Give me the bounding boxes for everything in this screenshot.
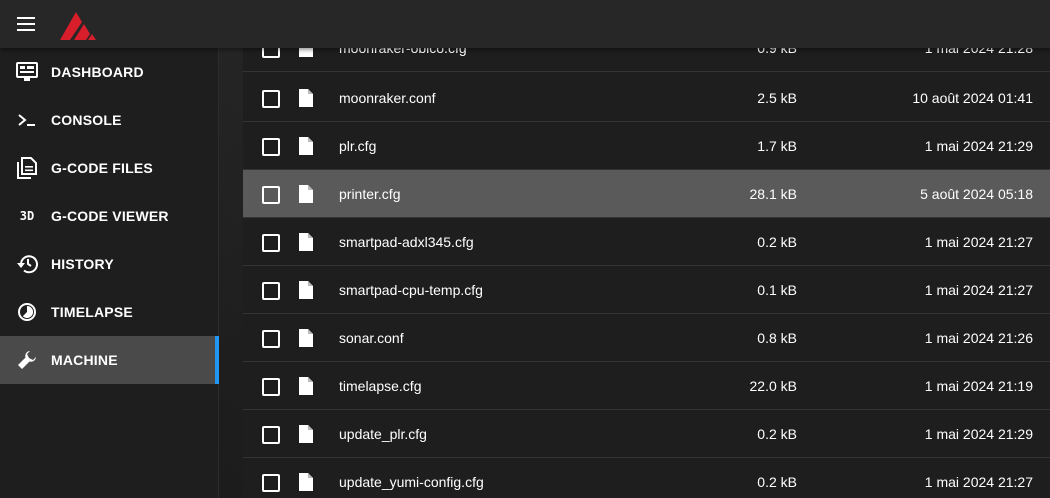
file-name[interactable]: plr.cfg — [339, 138, 376, 154]
file-icon — [299, 473, 313, 491]
app-bar — [0, 0, 1050, 48]
file-size: 2.5 kB — [757, 90, 797, 106]
sidebar-item-label: HISTORY — [51, 256, 114, 272]
file-icon — [299, 377, 313, 395]
monitor-dashboard-icon — [16, 61, 38, 83]
console-icon — [16, 109, 38, 131]
file-icon — [299, 281, 313, 299]
file-modified: 1 mai 2024 21:27 — [924, 474, 1033, 490]
file-modified: 1 mai 2024 21:19 — [924, 378, 1033, 394]
file-size: 0.9 kB — [757, 48, 797, 56]
file-modified: 10 août 2024 01:41 — [912, 90, 1033, 106]
file-size: 28.1 kB — [749, 186, 797, 202]
row-checkbox[interactable] — [262, 138, 280, 156]
table-row-selected[interactable]: printer.cfg 28.1 kB 5 août 2024 05:18 — [243, 170, 1050, 218]
file-size: 1.7 kB — [757, 138, 797, 154]
row-checkbox[interactable] — [262, 48, 280, 58]
file-name[interactable]: sonar.conf — [339, 330, 404, 346]
row-checkbox[interactable] — [262, 426, 280, 444]
file-size: 22.0 kB — [749, 378, 797, 394]
table-row[interactable]: update_yumi-config.cfg 0.2 kB 1 mai 2024… — [243, 458, 1050, 498]
file-modified: 1 mai 2024 21:27 — [924, 282, 1033, 298]
file-modified: 1 mai 2024 21:27 — [924, 234, 1033, 250]
file-modified: 1 mai 2024 21:28 — [924, 48, 1033, 56]
row-checkbox[interactable] — [262, 90, 280, 108]
sidebar-item-label: G-CODE FILES — [51, 160, 153, 176]
table-row[interactable]: plr.cfg 1.7 kB 1 mai 2024 21:29 — [243, 122, 1050, 170]
sidebar-nav: DASHBOARD CONSOLE G-CODE FILES 3D G-CODE… — [0, 48, 219, 498]
sidebar-item-gcode-files[interactable]: G-CODE FILES — [0, 144, 219, 192]
row-checkbox[interactable] — [262, 330, 280, 348]
table-row[interactable]: update_plr.cfg 0.2 kB 1 mai 2024 21:29 — [243, 410, 1050, 458]
file-icon — [299, 137, 313, 155]
file-name[interactable]: printer.cfg — [339, 186, 400, 202]
sidebar-item-dashboard[interactable]: DASHBOARD — [0, 48, 219, 96]
table-row[interactable]: timelapse.cfg 22.0 kB 1 mai 2024 21:19 — [243, 362, 1050, 410]
file-icon — [299, 329, 313, 347]
file-size: 0.2 kB — [757, 234, 797, 250]
file-icon — [299, 233, 313, 251]
file-size: 0.1 kB — [757, 282, 797, 298]
hamburger-menu-icon[interactable] — [12, 10, 40, 38]
file-name[interactable]: update_yumi-config.cfg — [339, 474, 484, 490]
file-name[interactable]: smartpad-adxl345.cfg — [339, 234, 474, 250]
sidebar-item-timelapse[interactable]: TIMELAPSE — [0, 288, 219, 336]
app-logo — [60, 12, 96, 40]
file-icon — [299, 185, 313, 203]
sidebar-item-label: G-CODE VIEWER — [51, 208, 169, 224]
file-modified: 1 mai 2024 21:29 — [924, 138, 1033, 154]
file-modified: 5 août 2024 05:18 — [920, 186, 1033, 202]
3d-icon: 3D — [19, 209, 35, 223]
file-name[interactable]: update_plr.cfg — [339, 426, 427, 442]
row-checkbox[interactable] — [262, 234, 280, 252]
file-modified: 1 mai 2024 21:26 — [924, 330, 1033, 346]
file-modified: 1 mai 2024 21:29 — [924, 426, 1033, 442]
table-row[interactable]: smartpad-cpu-temp.cfg 0.1 kB 1 mai 2024 … — [243, 266, 1050, 314]
sidebar-item-console[interactable]: CONSOLE — [0, 96, 219, 144]
file-name[interactable]: moonraker.conf — [339, 90, 436, 106]
file-icon — [299, 425, 313, 443]
history-icon — [16, 253, 38, 275]
timelapse-icon — [16, 301, 38, 323]
file-name[interactable]: smartpad-cpu-temp.cfg — [339, 282, 483, 298]
file-icon — [299, 89, 313, 107]
wrench-icon — [16, 349, 38, 371]
sidebar-item-label: TIMELAPSE — [51, 304, 133, 320]
file-name[interactable]: timelapse.cfg — [339, 378, 421, 394]
sidebar-item-machine[interactable]: MACHINE — [0, 336, 219, 384]
table-row[interactable]: sonar.conf 0.8 kB 1 mai 2024 21:26 — [243, 314, 1050, 362]
sidebar-item-gcode-viewer[interactable]: 3D G-CODE VIEWER — [0, 192, 219, 240]
config-file-table: moonraker-obico.cfg 0.9 kB 1 mai 2024 21… — [243, 48, 1050, 498]
file-size: 0.2 kB — [757, 426, 797, 442]
table-row[interactable]: smartpad-adxl345.cfg 0.2 kB 1 mai 2024 2… — [243, 218, 1050, 266]
file-name[interactable]: moonraker-obico.cfg — [339, 48, 467, 56]
file-icon — [299, 48, 313, 57]
file-size: 0.2 kB — [757, 474, 797, 490]
file-size: 0.8 kB — [757, 330, 797, 346]
sidebar-item-history[interactable]: HISTORY — [0, 240, 219, 288]
sidebar-item-label: MACHINE — [51, 352, 118, 368]
file-document-multiple-icon — [16, 157, 38, 179]
table-row[interactable]: moonraker-obico.cfg 0.9 kB 1 mai 2024 21… — [243, 48, 1050, 72]
table-row[interactable]: moonraker.conf 2.5 kB 10 août 2024 01:41 — [243, 74, 1050, 122]
sidebar-item-label: DASHBOARD — [51, 64, 144, 80]
sidebar-item-label: CONSOLE — [51, 112, 122, 128]
row-checkbox[interactable] — [262, 378, 280, 396]
row-checkbox[interactable] — [262, 282, 280, 300]
row-checkbox[interactable] — [262, 186, 280, 204]
row-checkbox[interactable] — [262, 474, 280, 492]
